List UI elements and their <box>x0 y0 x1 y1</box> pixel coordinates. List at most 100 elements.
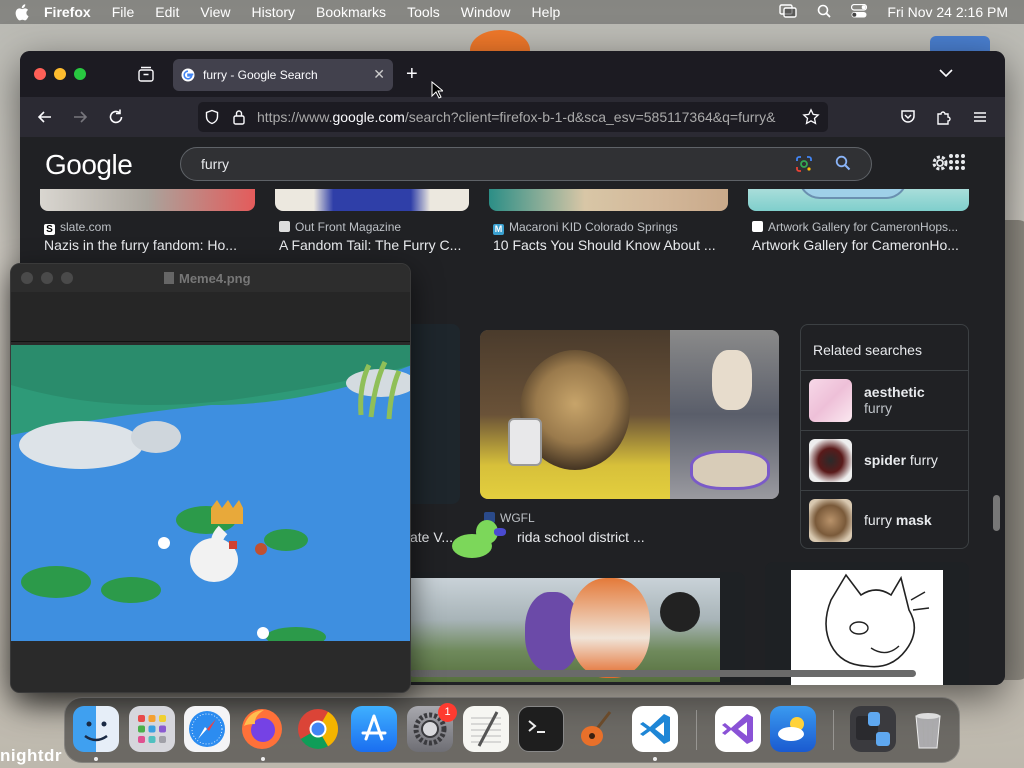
result-title-4[interactable]: Artwork Gallery for CameronHo... <box>752 237 967 253</box>
result-source-text: Out Front Magazine <box>295 220 402 234</box>
related-item-aesthetic-furry[interactable]: aesthetic furry <box>801 370 968 430</box>
lock-icon[interactable] <box>232 109 246 128</box>
safari-icon[interactable] <box>184 706 230 752</box>
pocket-icon[interactable] <box>899 108 917 126</box>
related-item-bold: spider <box>864 452 907 468</box>
related-item-label: aesthetic furry <box>864 384 925 416</box>
result-source-3[interactable]: M Macaroni KID Colorado Springs <box>493 220 728 235</box>
menu-history[interactable]: History <box>251 4 295 20</box>
google-header: Google furry <box>20 137 1005 189</box>
related-searches-panel: Related searches aesthetic furry spider f… <box>800 324 969 549</box>
result-source-6[interactable]: WGFL <box>484 511 684 525</box>
related-item-bold: mask <box>895 512 932 528</box>
dock-running-indicator <box>94 757 98 761</box>
result-image-5[interactable] <box>410 324 460 504</box>
visual-studio-icon[interactable] <box>715 706 761 752</box>
result-image-8[interactable] <box>765 562 969 685</box>
spotlight-icon[interactable] <box>817 4 832 21</box>
garageband-icon[interactable] <box>574 706 620 752</box>
firefox-icon[interactable] <box>239 706 285 752</box>
extensions-icon[interactable] <box>935 108 953 126</box>
google-favicon-icon <box>181 68 195 82</box>
url-host: google.com <box>332 109 405 125</box>
menu-bookmarks[interactable]: Bookmarks <box>316 4 386 20</box>
tracking-shield-icon[interactable] <box>204 109 220 128</box>
menubar-clock[interactable]: Fri Nov 24 2:16 PM <box>887 4 1008 20</box>
menu-app-name[interactable]: Firefox <box>44 4 91 20</box>
google-lens-icon[interactable] <box>795 155 813 176</box>
screen-mirroring-icon[interactable] <box>779 3 798 21</box>
result-source-text: Artwork Gallery for CameronHops... <box>768 220 959 234</box>
result-title-1[interactable]: Nazis in the furry fandom: Ho... <box>44 237 249 253</box>
artwork-favicon-icon <box>752 221 763 232</box>
google-logo[interactable]: Google <box>45 149 133 181</box>
dock <box>64 697 960 763</box>
close-window-button[interactable] <box>34 68 46 80</box>
chrome-icon[interactable] <box>295 706 341 752</box>
reload-icon[interactable] <box>107 108 125 126</box>
result-title-3[interactable]: 10 Facts You Should Know About ... <box>493 237 728 253</box>
minimize-window-button[interactable] <box>54 68 66 80</box>
chevron-down-icon[interactable] <box>939 65 953 83</box>
recent-finder-window-icon[interactable] <box>850 706 896 752</box>
zoom-window-button[interactable] <box>74 68 86 80</box>
back-arrow-icon[interactable] <box>36 108 54 126</box>
document-icon <box>164 272 174 284</box>
menu-view[interactable]: View <box>200 4 230 20</box>
result-source-2[interactable]: Out Front Magazine <box>279 220 469 234</box>
finder-icon[interactable] <box>73 706 119 752</box>
trash-icon[interactable] <box>905 706 951 752</box>
launchpad-icon[interactable] <box>129 706 175 752</box>
vscode-icon[interactable] <box>632 706 678 752</box>
related-item-furry-mask[interactable]: furry mask <box>801 490 968 550</box>
search-input[interactable]: furry <box>180 147 872 181</box>
preview-zoom-button[interactable] <box>61 272 73 284</box>
new-tab-icon[interactable]: + <box>406 63 418 86</box>
preview-window: Meme4.png <box>10 263 411 693</box>
menu-file[interactable]: File <box>112 4 135 20</box>
control-center-icon[interactable] <box>851 3 868 21</box>
apple-icon[interactable] <box>12 3 30 21</box>
result-source-1[interactable]: Sslate.com <box>44 220 254 235</box>
menubar: Firefox File Edit View History Bookmarks… <box>0 0 1024 24</box>
forward-arrow-icon[interactable] <box>71 108 89 126</box>
hamburger-menu-icon[interactable] <box>971 108 989 126</box>
related-item-label: spider furry <box>864 452 938 468</box>
tab-close-icon[interactable]: ✕ <box>373 66 385 83</box>
terminal-icon[interactable] <box>518 706 564 752</box>
firefox-view-icon[interactable] <box>137 65 155 83</box>
google-apps-icon[interactable] <box>948 153 966 176</box>
related-item-bold: aesthetic <box>864 384 925 400</box>
search-icon[interactable] <box>835 155 851 174</box>
preview-minimize-button[interactable] <box>41 272 53 284</box>
menu-edit[interactable]: Edit <box>155 4 179 20</box>
result-title-6[interactable]: rida school district ... <box>517 529 717 545</box>
result-image-7[interactable] <box>410 572 745 682</box>
related-thumb <box>809 379 852 422</box>
weather-icon[interactable] <box>770 706 816 752</box>
textedit-icon[interactable] <box>463 706 509 752</box>
menu-help[interactable]: Help <box>532 4 561 20</box>
app-store-icon[interactable] <box>351 706 397 752</box>
preview-titlebar[interactable]: Meme4.png <box>11 264 410 292</box>
result-title-2[interactable]: A Fandom Tail: The Furry C... <box>279 237 469 253</box>
related-searches-title: Related searches <box>813 342 922 358</box>
preview-close-button[interactable] <box>21 272 33 284</box>
dock-separator <box>696 710 697 750</box>
result-source-4[interactable]: Artwork Gallery for CameronHops... <box>752 220 967 234</box>
url-bar[interactable]: https://www.google.com/search?client=fir… <box>198 102 828 132</box>
related-item-label: furry mask <box>864 512 932 528</box>
tab-google-search[interactable]: furry - Google Search ✕ <box>173 59 393 91</box>
related-thumb <box>809 439 852 482</box>
outfront-favicon-icon <box>279 221 290 232</box>
menu-window[interactable]: Window <box>461 4 511 20</box>
horizontal-scrollbar[interactable] <box>410 670 916 677</box>
mouse-cursor-icon <box>431 80 445 104</box>
bookmark-star-icon[interactable] <box>798 108 820 129</box>
gear-icon[interactable] <box>930 153 950 178</box>
vertical-scrollbar[interactable] <box>993 495 1000 531</box>
menu-tools[interactable]: Tools <box>407 4 440 20</box>
dock-running-indicator <box>261 757 265 761</box>
result-image-6[interactable] <box>480 330 779 499</box>
related-item-spider-furry[interactable]: spider furry <box>801 430 968 490</box>
